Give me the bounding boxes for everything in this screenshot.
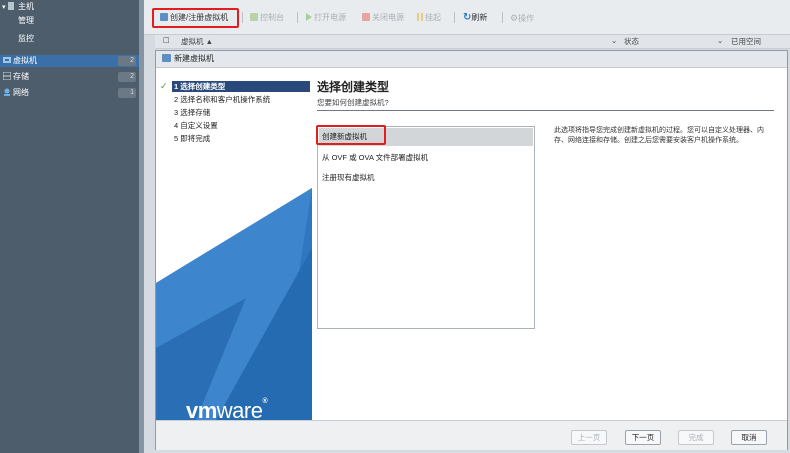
nav-host[interactable]: ▾ 主机 — [2, 1, 34, 13]
wizard-step-1[interactable]: 1 选择创建类型 — [172, 81, 310, 92]
create-button-highlight — [152, 8, 239, 28]
wizard-step-3: 3 选择存储 — [174, 108, 211, 117]
storage-count-badge: 2 — [118, 72, 136, 82]
vm-icon — [3, 56, 11, 64]
vm-grid-header: ☐ 虚拟机 ▲ ⌄ 状态 ⌄ 已用空间 — [155, 35, 790, 49]
suspend-button[interactable]: 挂起 — [417, 11, 441, 25]
creation-type-list: 创建新虚拟机 从 OVF 或 OVA 文件部署虚拟机 注册现有虚拟机 — [317, 126, 535, 329]
col-vm-header[interactable]: 虚拟机 ▲ — [181, 36, 213, 47]
toolbar: 创建/注册虚拟机 控制台 打开电源 关闭电源 挂起 ↻刷新 ⚙操作 — [144, 0, 790, 35]
refresh-button[interactable]: ↻刷新 — [463, 11, 487, 25]
wizard-step-4: 4 自定义设置 — [174, 121, 218, 130]
play-icon — [306, 13, 312, 21]
wizard-step-5: 5 即将完成 — [174, 134, 211, 143]
vm-count-badge: 2 — [118, 56, 136, 66]
cancel-button[interactable]: 取消 — [731, 430, 767, 445]
option-deploy-ovf[interactable]: 从 OVF 或 OVA 文件部署虚拟机 — [319, 149, 533, 167]
pause-icon — [417, 13, 423, 21]
power-on-button[interactable]: 打开电源 — [306, 11, 346, 25]
chevron-down-icon[interactable]: ⌄ — [717, 36, 723, 45]
select-all-checkbox[interactable]: ☐ — [163, 36, 170, 45]
new-vm-dialog: 新建虚拟机 ✓ 1 选择创建类型 2 选择名称和客户机操作系统 3 选择存储 4… — [155, 50, 788, 450]
wizard-step-2: 2 选择名称和客户机操作系统 — [174, 95, 271, 104]
nav-item-vms[interactable]: 虚拟机 2 — [0, 55, 139, 67]
option-highlight — [316, 125, 386, 145]
network-icon — [3, 88, 11, 96]
toolbar-divider — [242, 12, 243, 23]
option-description: 此选项将指导您完成创建新虚拟机的过程。您可以自定义处理器、内存、网络连接和存储。… — [554, 127, 764, 144]
new-vm-icon — [162, 54, 171, 62]
dialog-title-bar: 新建虚拟机 — [156, 51, 787, 68]
network-count-badge: 1 — [118, 88, 136, 98]
console-button[interactable]: 控制台 — [250, 11, 284, 25]
toolbar-divider — [297, 12, 298, 23]
col-status-header[interactable]: 状态 — [624, 36, 639, 47]
content-title: 选择创建类型 — [317, 80, 390, 94]
nav-monitor[interactable]: 监控 — [18, 33, 34, 45]
option-register-existing[interactable]: 注册现有虚拟机 — [319, 169, 533, 187]
gear-icon: ⚙ — [510, 13, 519, 23]
title-divider — [317, 110, 774, 111]
storage-icon — [2, 71, 12, 81]
col-used-header[interactable]: 已用空间 — [731, 36, 761, 47]
checkmark-icon: ✓ — [160, 81, 168, 91]
next-button[interactable]: 下一页 — [625, 430, 661, 445]
vmware-logo: vmware® — [186, 398, 268, 420]
nav-item-storage[interactable]: 存储 2 — [0, 71, 139, 83]
wizard-steps-panel: ✓ 1 选择创建类型 2 选择名称和客户机操作系统 3 选择存储 4 自定义设置… — [156, 68, 312, 420]
chevron-down-icon[interactable]: ⌄ — [611, 36, 617, 45]
back-button[interactable]: 上一页 — [571, 430, 607, 445]
navigator-panel: ▾ 主机 管理 监控 虚拟机 2 存储 2 网络 1 — [0, 0, 139, 453]
dialog-footer: 上一页 下一页 完成 取消 — [156, 420, 787, 450]
stop-icon — [362, 13, 370, 21]
finish-button[interactable]: 完成 — [678, 430, 714, 445]
power-off-button[interactable]: 关闭电源 — [362, 11, 404, 25]
host-icon — [7, 2, 14, 10]
toolbar-divider — [454, 12, 455, 23]
actions-button[interactable]: ⚙操作 — [510, 11, 534, 25]
panel-splitter[interactable] — [139, 0, 144, 453]
nav-item-network[interactable]: 网络 1 — [0, 87, 139, 99]
nav-manage[interactable]: 管理 — [18, 15, 34, 27]
content-subtitle: 您要如何创建虚拟机? — [317, 98, 389, 107]
toolbar-divider — [502, 12, 503, 23]
console-icon — [250, 13, 258, 21]
